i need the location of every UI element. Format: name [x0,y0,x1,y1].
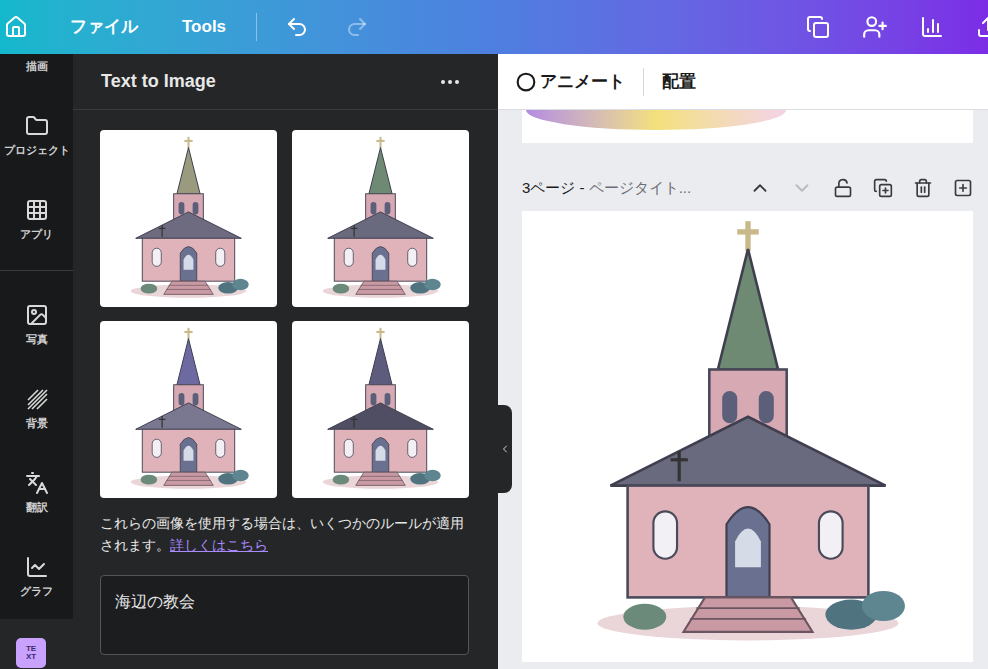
more-icon[interactable] [438,70,462,94]
insights-chart-icon[interactable] [920,15,944,39]
previous-page-art [526,110,786,130]
redo-button[interactable] [329,15,385,39]
redo-icon [345,15,369,39]
top-bar-left: ファイルTools [0,0,385,54]
rail-item[interactable]: アプリ [0,178,73,262]
prompt-input[interactable]: 海辺の教会 [100,575,469,655]
active-app[interactable]: TEXT [0,619,73,668]
panel-body: これらの画像を使用する場合は、いくつかのルールが適用されます。詳しくはこちら海辺… [73,110,498,655]
divider [256,13,257,41]
top-bar-right [806,14,988,40]
rail-item-icon [25,198,49,222]
share-people-icon[interactable] [862,14,888,40]
animate-icon [516,72,536,92]
canva-editor: ファイルTools描画プロジェクトアプリ写真背景翻訳グラフTEXTText to… [0,0,988,669]
page[interactable] [522,211,973,662]
result-image[interactable] [292,130,469,307]
duplicate-icon[interactable] [873,178,893,198]
page-scroll: 3ページ - ページタイト... [498,110,988,669]
rail-item-icon [25,114,49,138]
workspace: 描画プロジェクトアプリ写真背景翻訳グラフ TEXT Text to Image これら… [0,54,988,669]
rail-divider [0,262,73,283]
trash-icon[interactable] [913,178,933,198]
result-grid [100,130,469,498]
usage-notice: これらの画像を使用する場合は、いくつかのルールが適用されます。詳しくはこちら [100,512,469,557]
divider [643,68,644,96]
undo-button[interactable] [265,15,329,39]
canvas-area: アニメート 配置 3ページ - ページタイト... [498,54,988,669]
page-header: 3ページ - ページタイト... [522,175,973,201]
rail-item[interactable]: 翻訳 [0,451,73,535]
panel-header: Text to Image [73,54,498,110]
side-rail: 描画プロジェクトアプリ写真背景翻訳グラフ TEXT [0,54,73,669]
rail-item[interactable]: 写真 [0,283,73,367]
background-hatch-icon [25,387,49,411]
rail-item[interactable]: グラフ [0,535,73,619]
panel-title: Text to Image [101,68,216,95]
home-button[interactable] [0,15,48,39]
result-image[interactable] [292,321,469,498]
menu-item[interactable]: ファイル [48,14,160,40]
church-illustration [106,136,271,301]
rail-menu: 描画プロジェクトアプリ写真背景翻訳グラフ [0,54,73,619]
chevron-left-icon [499,443,511,455]
previous-page [522,110,973,143]
top-bar: ファイルTools [0,0,988,54]
rail-item[interactable]: 描画 [0,54,73,94]
side-panel: Text to Image これらの画像を使用する場合は、いくつかのルールが適用さ… [73,54,498,669]
add-page-icon[interactable] [953,178,973,198]
church-illustration [533,219,963,649]
rail-item-icon [25,555,49,579]
move-down-icon[interactable] [791,177,813,199]
toolbar-button[interactable]: 配置 [662,69,696,95]
learn-more-link[interactable]: 詳しくはこちら [170,537,268,553]
collapse-panel-handle[interactable] [498,405,512,493]
result-image[interactable] [100,130,277,307]
rail-item[interactable]: 背景 [0,367,73,451]
home-icon [4,15,28,39]
church-illustration [298,136,463,301]
rail-item[interactable]: プロジェクト [0,94,73,178]
move-up-icon[interactable] [749,177,771,199]
page-title[interactable]: 3ページ - ページタイト... [522,177,691,200]
church-illustration [298,327,463,492]
result-image[interactable] [100,321,277,498]
page-controls [749,177,973,199]
rail-item-icon [25,471,49,495]
toolbar-button[interactable]: アニメート [516,69,625,95]
resize-icon[interactable] [806,15,830,39]
menu-item[interactable]: Tools [160,14,248,40]
canvas-toolbar: アニメート 配置 [498,54,988,110]
church-illustration [106,327,271,492]
upload-icon[interactable] [976,15,988,39]
lock-icon[interactable] [833,178,853,198]
undo-icon [285,15,309,39]
rail-item-icon [25,54,49,55]
text-to-image-app-icon: TEXT [16,638,46,668]
rail-item-icon [25,303,49,327]
